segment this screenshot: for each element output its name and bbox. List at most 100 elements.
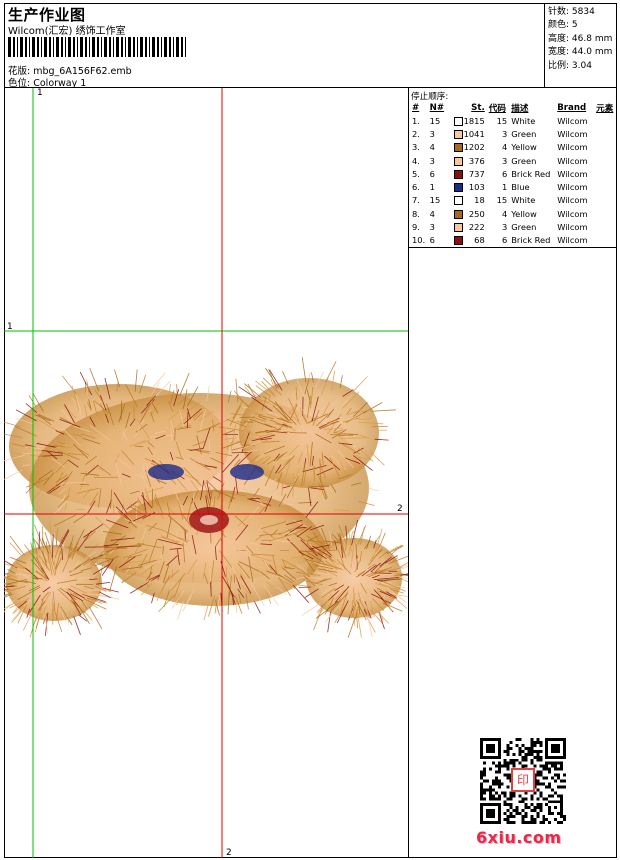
cell-code: 4 — [501, 208, 508, 219]
stat-label: 高度: — [548, 33, 570, 44]
cell-n: 6 — [429, 168, 435, 179]
cell-element — [594, 167, 617, 180]
stats-list: 针数: 5834 颜色: 5 高度: 46.8 mm 宽度: 44.0 mm 比例: 3… — [548, 6, 612, 73]
cell-code: 6 — [501, 235, 508, 246]
column-header: N# — [429, 102, 445, 113]
cell-desc: Yellow — [511, 208, 537, 219]
stat-label: 针数: — [548, 7, 570, 17]
sequence-row: 5. 6 737 6 Brick Red Wilcom — [410, 167, 617, 180]
company-name: Wilcom(汇宏) 绣饰工作室 — [8, 26, 126, 37]
cell-brand: Wilcom — [557, 182, 588, 193]
stat-value: 5834 — [571, 7, 595, 17]
stop-sequence-table: # N# St. 代码 描述 Brand 元素 1. 15 1815 15 White Wilcom 2… — [410, 101, 617, 247]
cell-stitches: 103 — [452, 180, 487, 193]
stat-row: 宽度: 44.0 mm — [548, 46, 612, 59]
cell-code: 3 — [501, 128, 508, 139]
cell-code: 15 — [496, 115, 508, 126]
cell-idx: 10. — [412, 235, 426, 246]
cell-element — [594, 220, 617, 233]
cell-idx: 2. — [412, 128, 420, 139]
cell-n: 4 — [429, 142, 435, 153]
cell-desc: Yellow — [511, 142, 537, 153]
stat-row: 颜色: 5 — [548, 19, 612, 32]
cell-desc: Green — [511, 155, 537, 166]
cell-stitches: 68 — [452, 234, 487, 247]
cell-stitches: 1202 — [452, 141, 487, 154]
cell-code: 15 — [496, 195, 508, 206]
cell-n: 3 — [429, 155, 435, 166]
sequence-row: 3. 4 1202 4 Yellow Wilcom — [410, 141, 617, 154]
cell-desc: Green — [511, 128, 537, 139]
cell-n: 4 — [429, 208, 435, 219]
color-swatch — [453, 129, 463, 139]
color-swatch — [453, 143, 463, 153]
right-eye — [230, 464, 264, 480]
cell-element — [594, 194, 617, 207]
cell-idx: 6. — [412, 182, 420, 193]
sequence-row: 8. 4 250 4 Yellow Wilcom — [410, 207, 617, 220]
color-swatch — [453, 156, 463, 166]
design-area — [4, 88, 409, 858]
cell-n: 3 — [429, 222, 435, 233]
guide-label-h2: 2 — [397, 504, 403, 514]
stitch-count: 1041 — [463, 128, 485, 139]
cell-brand: Wilcom — [557, 155, 588, 166]
seal-logo: 印 — [511, 768, 535, 792]
cell-brand: Wilcom — [557, 168, 588, 179]
cell-element — [594, 154, 617, 167]
cell-element — [594, 127, 617, 140]
stat-label: 宽度: — [548, 47, 570, 58]
sequence-row: 9. 3 222 3 Green Wilcom — [410, 220, 617, 233]
stitch-count: 1815 — [463, 115, 485, 126]
stat-value: 46.8 mm — [571, 33, 613, 44]
cell-code: 6 — [501, 168, 508, 179]
cell-brand: Wilcom — [557, 222, 588, 233]
column-header: St. — [471, 102, 485, 113]
cell-stitches: 376 — [452, 154, 487, 167]
color-swatch — [453, 116, 463, 126]
color-swatch — [453, 183, 463, 193]
stitch-count: 68 — [474, 235, 485, 246]
cell-code: 3 — [501, 155, 508, 166]
cell-element — [594, 180, 617, 193]
cell-element — [594, 114, 617, 127]
cell-idx: 5. — [412, 168, 420, 179]
cell-desc: Brick Red — [511, 235, 551, 246]
sequence-row: 10. 6 68 6 Brick Red Wilcom — [410, 234, 617, 247]
stitch-count: 737 — [468, 168, 485, 179]
stat-label: 颜色: — [548, 20, 570, 31]
cell-brand: Wilcom — [557, 128, 588, 139]
cell-brand: Wilcom — [557, 142, 588, 153]
cell-element — [594, 234, 617, 247]
cell-code: 1 — [501, 182, 508, 193]
cell-code: 3 — [501, 222, 508, 233]
cell-stitches: 737 — [452, 167, 487, 180]
stat-value: 44.0 mm — [571, 47, 613, 58]
cell-stitches: 222 — [452, 220, 487, 233]
cell-stitches: 1815 — [452, 114, 487, 127]
column-header: 元素 — [596, 103, 614, 114]
sequence-row: 6. 1 103 1 Blue Wilcom — [410, 180, 617, 193]
cell-idx: 1. — [412, 115, 420, 126]
sequence-row: 4. 3 376 3 Green Wilcom — [410, 154, 617, 167]
design-preview — [4, 88, 408, 858]
cell-brand: Wilcom — [557, 195, 588, 206]
cell-n: 6 — [429, 235, 435, 246]
cell-brand: Wilcom — [557, 115, 588, 126]
color-swatch — [453, 196, 463, 206]
guide-label-v2: 2 — [226, 848, 232, 858]
cell-code: 4 — [501, 142, 508, 153]
stitch-count: 1202 — [463, 142, 485, 153]
cell-stitches: 1041 — [452, 127, 487, 140]
stitch-count: 222 — [468, 222, 485, 233]
stitch-count: 18 — [474, 195, 485, 206]
cell-idx: 9. — [412, 222, 420, 233]
sequence-row: 1. 15 1815 15 White Wilcom — [410, 114, 617, 127]
cell-idx: 3. — [412, 142, 420, 153]
stop-sequence-panel: 停止顺序: # N# St. 代码 描述 Brand 元素 1. 15 1815 15 White W… — [409, 88, 617, 248]
stitch-count: 376 — [468, 155, 485, 166]
watermark-site: 6xiu.com — [476, 828, 562, 847]
cell-element — [594, 207, 617, 220]
left-eye — [148, 464, 184, 480]
sequence-row: 7. 15 18 15 White Wilcom — [410, 194, 617, 207]
